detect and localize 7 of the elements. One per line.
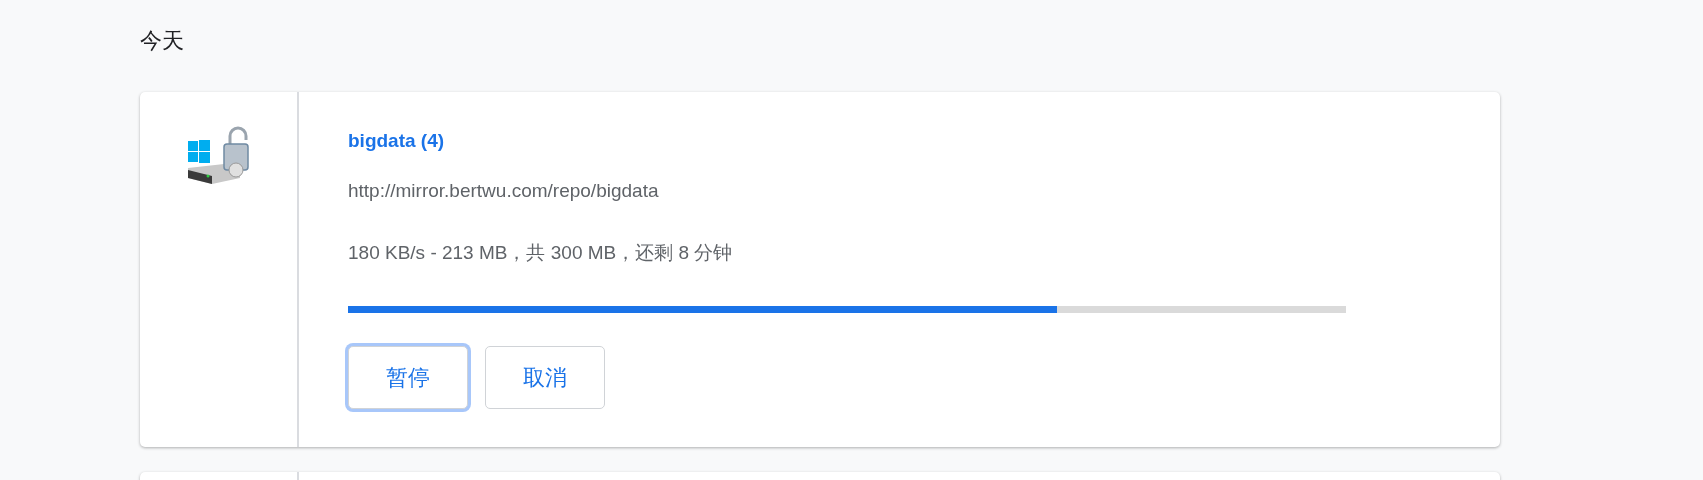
file-name-link[interactable]: bigdata (4) bbox=[348, 130, 445, 152]
section-heading: 今天 bbox=[140, 27, 185, 55]
download-status: 180 KB/s - 213 MB，共 300 MB，还剩 8 分钟 bbox=[348, 241, 734, 265]
action-button[interactable]: 取消 bbox=[485, 346, 605, 409]
action-button[interactable]: 暂停 bbox=[348, 346, 468, 409]
locked-drive-icon bbox=[187, 126, 250, 184]
file-url: http://mirror.bertwu.com/repo/bigdata bbox=[348, 180, 660, 202]
